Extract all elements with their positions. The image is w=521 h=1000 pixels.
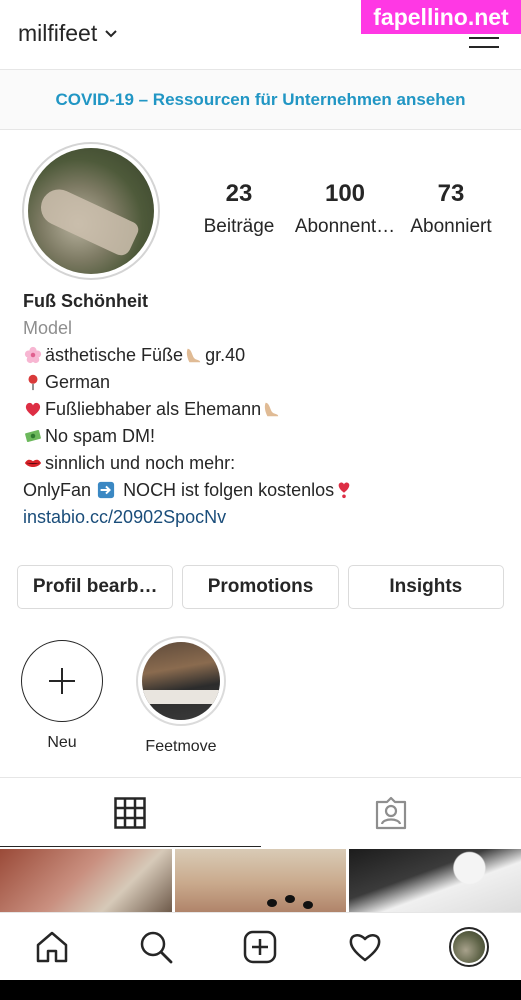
highlight-new[interactable]: Neu: [12, 636, 112, 752]
stat-following-value: 73: [437, 180, 465, 207]
avatar-image: [28, 148, 154, 274]
home-icon: [36, 931, 68, 962]
post-thumbnail[interactable]: [0, 849, 172, 912]
nav-add[interactable]: [230, 917, 290, 977]
bio-text: NOCH ist folgen kostenlos: [123, 480, 335, 500]
highlight-label: Neu: [47, 734, 77, 751]
bio-line: sinnlich und noch mehr:: [23, 450, 503, 477]
nav-search[interactable]: [126, 917, 186, 977]
bio-line: ästhetische Füße gr.40: [23, 342, 503, 369]
username-label: milfifeet: [18, 20, 98, 46]
stat-posts-value: 23: [225, 180, 253, 207]
bio-line: German: [23, 369, 503, 396]
bio-text: German: [45, 372, 111, 392]
bio-text: No spam DM!: [45, 426, 156, 446]
profile-bio: Fuß Schönheit Model ästhetische Füße gr.4…: [23, 288, 503, 531]
bio-text: gr.40: [205, 345, 246, 365]
profile-name: Fuß Schönheit: [23, 291, 148, 311]
heart-emoji-icon: [25, 402, 41, 417]
covid-resources-banner[interactable]: COVID-19 – Ressourcen für Unternehmen an…: [0, 70, 521, 130]
highlight-label: Feetmove: [145, 738, 217, 755]
highlight-cover: [136, 636, 226, 726]
highlight-feetmove[interactable]: Feetmove: [131, 636, 231, 756]
stat-following-label: Abonniert: [410, 216, 492, 237]
search-icon: [141, 931, 173, 963]
stat-following[interactable]: 73 Abonniert: [398, 180, 504, 238]
nav-profile[interactable]: [439, 917, 499, 977]
foot-icon: [264, 402, 279, 417]
right-arrow-icon: [97, 481, 115, 499]
bio-text: sinnlich und noch mehr:: [45, 453, 236, 473]
heart-exclamation-icon: [338, 482, 350, 499]
account-switcher[interactable]: milfifeet: [18, 20, 119, 47]
profile-category: Model: [23, 318, 73, 338]
bio-text: OnlyFan: [23, 480, 92, 500]
add-highlight-circle: [21, 640, 103, 722]
bio-line: No spam DM!: [23, 423, 503, 450]
bio-link[interactable]: instabio.cc/20902SpocNv: [23, 504, 503, 531]
pin-icon: [28, 374, 38, 391]
tab-tagged[interactable]: [261, 778, 521, 847]
watermark: fapellino.net: [361, 0, 521, 34]
post-grid: [0, 849, 521, 912]
post-thumbnail[interactable]: [349, 849, 521, 912]
grid-icon: [114, 796, 146, 829]
foot-icon: [186, 348, 201, 363]
tagged-person-icon: [375, 796, 406, 829]
post-thumbnail[interactable]: [174, 849, 347, 912]
money-icon: [25, 429, 41, 443]
stat-posts[interactable]: 23 Beiträge: [186, 180, 292, 238]
stat-posts-label: Beiträge: [203, 216, 275, 237]
add-post-icon: [244, 930, 277, 963]
chevron-down-icon: [105, 29, 117, 37]
bio-line: OnlyFan NOCH ist folgen kostenlos: [23, 477, 503, 504]
stat-followers-label: Abonnent…: [294, 216, 396, 237]
bio-line: Fußliebhaber als Ehemann: [23, 396, 503, 423]
cherry-blossom-icon: [24, 346, 42, 364]
tab-grid[interactable]: [0, 778, 261, 847]
profile-stats: 23 Beiträge 100 Abonnent… 73 Abonniert: [186, 180, 506, 238]
system-navigation-bar: [0, 980, 521, 1000]
nav-activity[interactable]: [335, 917, 395, 977]
bottom-navigation: [0, 912, 521, 980]
heart-icon: [349, 933, 381, 961]
edit-profile-button[interactable]: Profil bearb…: [17, 565, 174, 609]
bio-text: ästhetische Füße: [45, 345, 184, 365]
profile-actions: Profil bearb… Promotions Insights: [17, 565, 504, 609]
highlight-image: [142, 642, 220, 720]
lips-icon: [24, 459, 42, 468]
insights-button[interactable]: Insights: [347, 565, 504, 609]
profile-avatar-icon: [448, 926, 489, 967]
nav-home[interactable]: [22, 917, 82, 977]
profile-tabs: [0, 777, 521, 847]
profile-avatar[interactable]: [22, 142, 160, 280]
promotions-button[interactable]: Promotions: [182, 565, 339, 609]
stat-followers-value: 100: [324, 180, 366, 207]
stat-followers[interactable]: 100 Abonnent…: [292, 180, 398, 238]
bio-text: Fußliebhaber als Ehemann: [45, 399, 262, 419]
